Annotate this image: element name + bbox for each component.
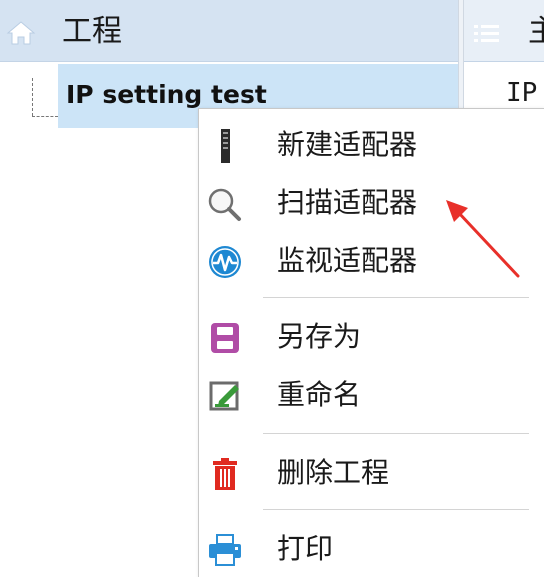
context-menu: 新建适配器 扫描适配器 监视适配器 另存为 重命名 删除工程 打印 — [198, 108, 544, 577]
annotation-arrow-icon — [446, 200, 520, 278]
pulse-monitor-icon — [209, 246, 241, 278]
menu-separator — [263, 297, 529, 298]
trash-icon — [213, 458, 237, 490]
menu-item-print[interactable]: 打印 — [199, 521, 544, 577]
main-panel-title: 主 — [528, 12, 544, 52]
project-panel-title: 工程 — [62, 14, 122, 49]
menu-item-delete-project[interactable]: 删除工程 — [199, 445, 544, 501]
tree-connector-horizontal — [32, 116, 58, 117]
menu-label: 打印 — [277, 532, 334, 565]
floppy-disk-icon — [211, 323, 239, 353]
menu-separator — [263, 433, 529, 434]
edit-icon — [209, 381, 239, 411]
menu-label: 重命名 — [277, 378, 362, 411]
menu-item-save-as[interactable]: 另存为 — [199, 309, 544, 365]
menu-label: 监视适配器 — [277, 244, 418, 277]
magnifier-icon — [208, 188, 241, 221]
printer-icon — [209, 534, 241, 566]
menu-label: 扫描适配器 — [277, 186, 418, 219]
menu-item-rename[interactable]: 重命名 — [199, 367, 544, 423]
menu-item-new-adapter[interactable]: 新建适配器 — [199, 117, 544, 173]
main-panel-content: IP — [506, 78, 538, 108]
menu-separator — [263, 509, 529, 510]
menu-label: 另存为 — [277, 320, 362, 353]
home-icon[interactable] — [6, 20, 36, 46]
project-panel-header: 工程 — [0, 0, 458, 62]
list-icon — [474, 25, 499, 42]
tree-connector-vertical — [32, 78, 33, 116]
adapter-icon — [221, 129, 230, 163]
main-panel-header: 主 — [464, 0, 544, 62]
menu-label: 新建适配器 — [277, 128, 418, 161]
menu-label: 删除工程 — [277, 456, 390, 489]
tree-node-label: IP setting test — [66, 80, 267, 109]
